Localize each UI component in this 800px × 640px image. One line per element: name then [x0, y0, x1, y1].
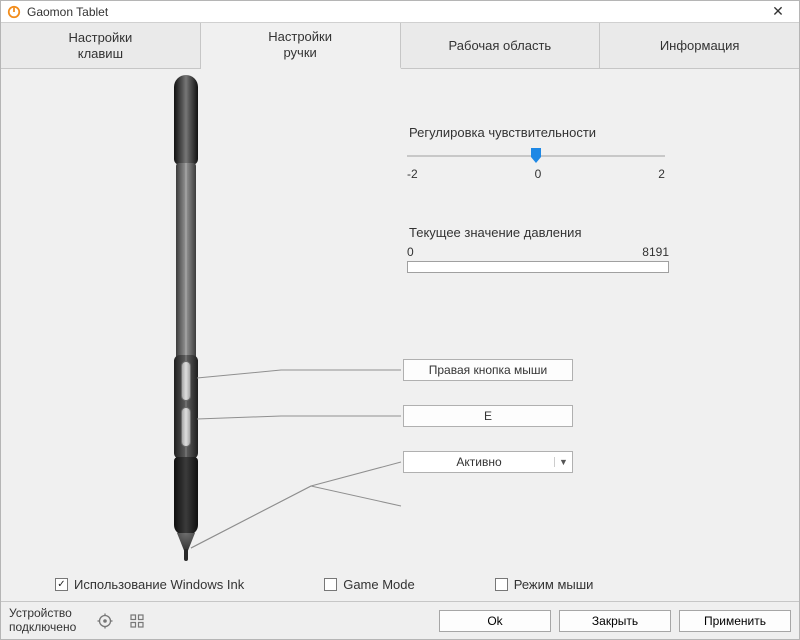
app-window: Gaomon Tablet ✕ Настройки клавиш Настрой…: [0, 0, 800, 640]
pen-upper-button-graphic: [181, 361, 191, 401]
tab-pen-settings[interactable]: Настройки ручки: [201, 23, 401, 69]
close-button[interactable]: Закрыть: [559, 610, 671, 632]
pressure-bar: [407, 261, 669, 273]
chevron-down-icon: ▼: [554, 457, 572, 467]
checkbox-label: Game Mode: [343, 577, 415, 592]
sensitivity-label: Регулировка чувствительности: [409, 125, 596, 140]
checkbox-windows-ink[interactable]: ✓ Использование Windows Ink: [55, 577, 244, 592]
slider-mid: 0: [535, 167, 542, 181]
checkbox-row: ✓ Использование Windows Ink Game Mode Ре…: [1, 567, 799, 601]
pen-mode-select[interactable]: Активно ▼: [403, 451, 573, 473]
tab-information[interactable]: Информация: [600, 23, 799, 68]
tab-bar: Настройки клавиш Настройки ручки Рабочая…: [1, 23, 799, 69]
pressure-min: 0: [407, 245, 414, 259]
settings-icon[interactable]: [96, 612, 114, 630]
pen-mode-value: Активно: [404, 455, 554, 469]
titlebar: Gaomon Tablet ✕: [1, 1, 799, 23]
tab-key-settings[interactable]: Настройки клавиш: [1, 23, 201, 68]
connector-lines: [1, 69, 799, 601]
pen-upper-button-mapping[interactable]: Правая кнопка мыши: [403, 359, 573, 381]
slider-min: -2: [407, 167, 418, 181]
close-icon[interactable]: ✕: [763, 3, 793, 20]
grid-icon[interactable]: [128, 612, 146, 630]
checkbox-box: [324, 578, 337, 591]
pen-lower-button-graphic: [181, 407, 191, 447]
apply-button[interactable]: Применить: [679, 610, 791, 632]
pressure-meter: 0 8191: [407, 245, 669, 273]
pen-nib-graphic: [184, 549, 188, 561]
checkbox-box: ✓: [55, 578, 68, 591]
checkbox-game-mode[interactable]: Game Mode: [324, 577, 415, 592]
pressure-max: 8191: [642, 245, 669, 259]
tab-work-area[interactable]: Рабочая область: [401, 23, 601, 68]
device-status: Устройство подключено: [9, 607, 76, 635]
checkbox-label: Использование Windows Ink: [74, 577, 244, 592]
app-icon: [7, 5, 21, 19]
window-title: Gaomon Tablet: [27, 5, 763, 19]
sensitivity-slider[interactable]: -2 0 2: [407, 147, 665, 181]
pen-illustration: [171, 75, 201, 561]
pressure-label: Текущее значение давления: [409, 225, 582, 240]
checkbox-box: [495, 578, 508, 591]
slider-max: 2: [658, 167, 665, 181]
content-area: Регулировка чувствительности -2 0 2 Теку…: [1, 69, 799, 601]
pen-lower-button-mapping[interactable]: E: [403, 405, 573, 427]
slider-thumb-icon[interactable]: [530, 148, 542, 164]
footer-bar: Устройство подключено Ok Закрыть Примени…: [1, 601, 799, 639]
checkbox-mouse-mode[interactable]: Режим мыши: [495, 577, 594, 592]
ok-button[interactable]: Ok: [439, 610, 551, 632]
checkbox-label: Режим мыши: [514, 577, 594, 592]
